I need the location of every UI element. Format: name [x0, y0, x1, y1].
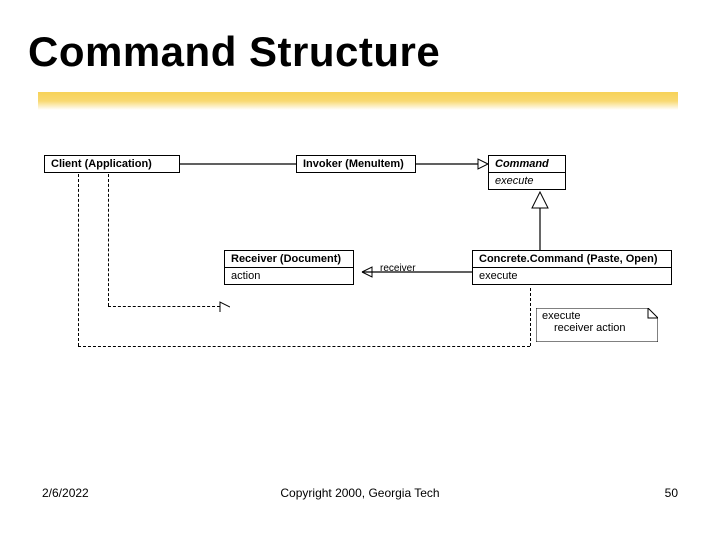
class-client-name: Client (Application): [45, 156, 179, 172]
class-concrete-command: Concrete.Command (Paste, Open) execute: [472, 250, 672, 285]
class-invoker-name: Invoker (MenuItem): [297, 156, 415, 172]
note-line1: execute: [542, 310, 652, 322]
dep-client-concrete-v: [78, 174, 79, 346]
class-receiver-op: action: [225, 268, 353, 284]
class-concrete-op: execute: [473, 268, 671, 284]
class-receiver-name: Receiver (Document): [225, 251, 353, 267]
dep-client-receiver-h: [108, 306, 220, 307]
footer-date: 2/6/2022: [42, 486, 89, 500]
class-command-name: Command: [489, 156, 565, 172]
dep-client-concrete-v2: [530, 288, 531, 346]
diagram-canvas: Client (Application) Invoker (MenuItem) …: [0, 0, 720, 540]
class-client: Client (Application): [44, 155, 180, 173]
class-receiver: Receiver (Document) action: [224, 250, 354, 285]
note-execute: execute receiver action: [536, 308, 658, 342]
assoc-label-receiver: receiver: [380, 263, 416, 274]
dep-client-concrete-h: [78, 346, 530, 347]
class-invoker: Invoker (MenuItem): [296, 155, 416, 173]
dep-client-receiver-v: [108, 174, 109, 306]
class-command-op: execute: [489, 173, 565, 189]
class-concrete-name: Concrete.Command (Paste, Open): [473, 251, 671, 267]
note-line2: receiver action: [542, 322, 652, 334]
footer-page-number: 50: [665, 486, 678, 500]
footer-copyright: Copyright 2000, Georgia Tech: [280, 486, 439, 500]
class-command: Command execute: [488, 155, 566, 190]
